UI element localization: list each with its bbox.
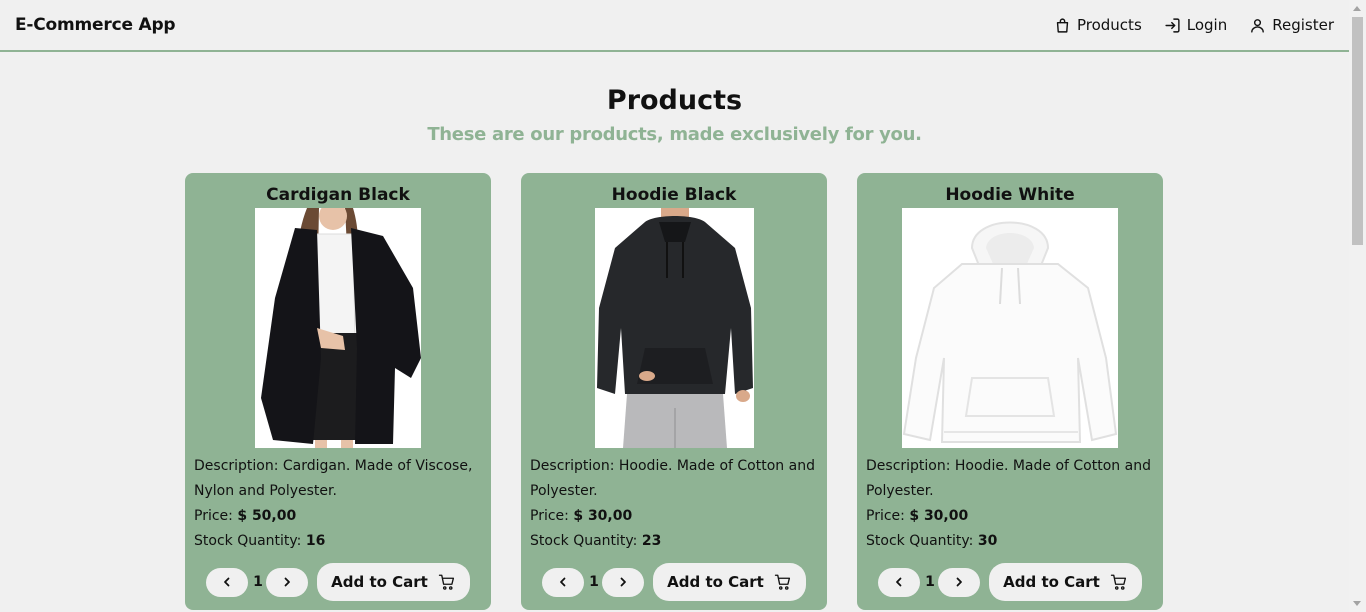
scrollbar-thumb[interactable] [1352,17,1363,245]
stock-value: 16 [305,533,326,549]
login-icon [1165,17,1180,33]
product-name: Hoodie White [945,185,1075,205]
bag-icon [1056,17,1069,33]
product-price: Price: $ 50,00 [194,504,482,529]
price-value: $ 30,00 [573,508,633,524]
product-actions: 1 Add to Cart [185,563,491,601]
product-name: Cardigan Black [266,185,410,205]
product-image [902,208,1118,448]
chevron-right-icon [956,577,963,587]
quantity-value: 1 [589,574,599,590]
product-image [594,208,754,448]
product-description: Description: Hoodie. Made of Cotton and … [866,458,1151,499]
add-to-cart-label: Add to Cart [667,573,764,591]
add-to-cart-button[interactable]: Add to Cart [653,563,806,601]
product-price: Price: $ 30,00 [530,504,818,529]
add-to-cart-label: Add to Cart [331,573,428,591]
product-image [255,208,421,448]
price-label: Price: [866,508,905,524]
product-stock: Stock Quantity: 30 [866,529,1154,554]
price-label: Price: [530,508,569,524]
add-to-cart-label: Add to Cart [1003,573,1100,591]
quantity-value: 1 [253,574,263,590]
product-name: Hoodie Black [611,185,737,205]
product-list: Cardigan Black Description: Cardigan. Ma… [185,173,1163,610]
nav-links: Products Login Register [1054,16,1334,34]
decrease-quantity-button[interactable] [206,567,249,597]
chevron-left-icon [224,577,230,587]
nav-link-login[interactable]: Login [1164,16,1227,34]
page-title: Products [606,85,743,116]
price-label: Price: [194,508,233,524]
nav-link-label: Products [1076,16,1142,34]
product-price: Price: $ 30,00 [866,504,1154,529]
product-actions: 1 Add to Cart [521,563,827,601]
increase-quantity-button[interactable] [266,567,309,597]
stock-label: Stock Quantity: [194,533,302,549]
increase-quantity-button[interactable] [602,567,645,597]
cart-icon [1110,574,1126,590]
product-stock: Stock Quantity: 16 [194,529,482,554]
decrease-quantity-button[interactable] [878,567,921,597]
page-subtitle: These are our products, made exclusively… [427,124,922,145]
quantity-stepper: 1 [206,567,309,597]
chevron-right-icon [620,577,627,587]
chevron-left-icon [560,577,566,587]
stock-label: Stock Quantity: [530,533,638,549]
stock-value: 30 [977,533,998,549]
product-description: Description: Cardigan. Made of Viscose, … [194,458,473,499]
add-to-cart-button[interactable]: Add to Cart [989,563,1142,601]
quantity-stepper: 1 [878,567,981,597]
product-card: Cardigan Black Description: Cardigan. Ma… [185,173,491,610]
product-card: Hoodie White Description: Hoodie. Made o… [857,173,1163,610]
increase-quantity-button[interactable] [938,567,981,597]
quantity-stepper: 1 [542,567,645,597]
vertical-scrollbar[interactable] [1349,0,1366,612]
scroll-down-arrow-icon[interactable] [1349,595,1366,612]
nav-link-register[interactable]: Register [1249,16,1334,34]
price-value: $ 30,00 [909,508,969,524]
brand-logo[interactable]: E-Commerce App [15,15,176,35]
product-actions: 1 Add to Cart [857,563,1163,601]
chevron-right-icon [284,577,291,587]
add-to-cart-button[interactable]: Add to Cart [317,563,470,601]
decrease-quantity-button[interactable] [542,567,585,597]
product-description: Description: Hoodie. Made of Cotton and … [530,458,815,499]
scroll-up-arrow-icon[interactable] [1349,0,1366,17]
quantity-value: 1 [925,574,935,590]
cart-icon [774,574,790,590]
navbar: E-Commerce App Products Login Register [0,0,1349,52]
stock-label: Stock Quantity: [866,533,974,549]
product-stock: Stock Quantity: 23 [530,529,818,554]
page-heading: Products These are our products, made ex… [0,84,1349,145]
nav-link-products[interactable]: Products [1054,16,1142,34]
price-value: $ 50,00 [237,508,297,524]
nav-link-label: Login [1186,16,1228,34]
cart-icon [438,574,454,590]
user-icon [1251,18,1265,33]
chevron-left-icon [896,577,902,587]
nav-link-label: Register [1272,16,1334,34]
stock-value: 23 [641,533,662,549]
product-card: Hoodie Black Description: Hoodie. Made o… [521,173,827,610]
